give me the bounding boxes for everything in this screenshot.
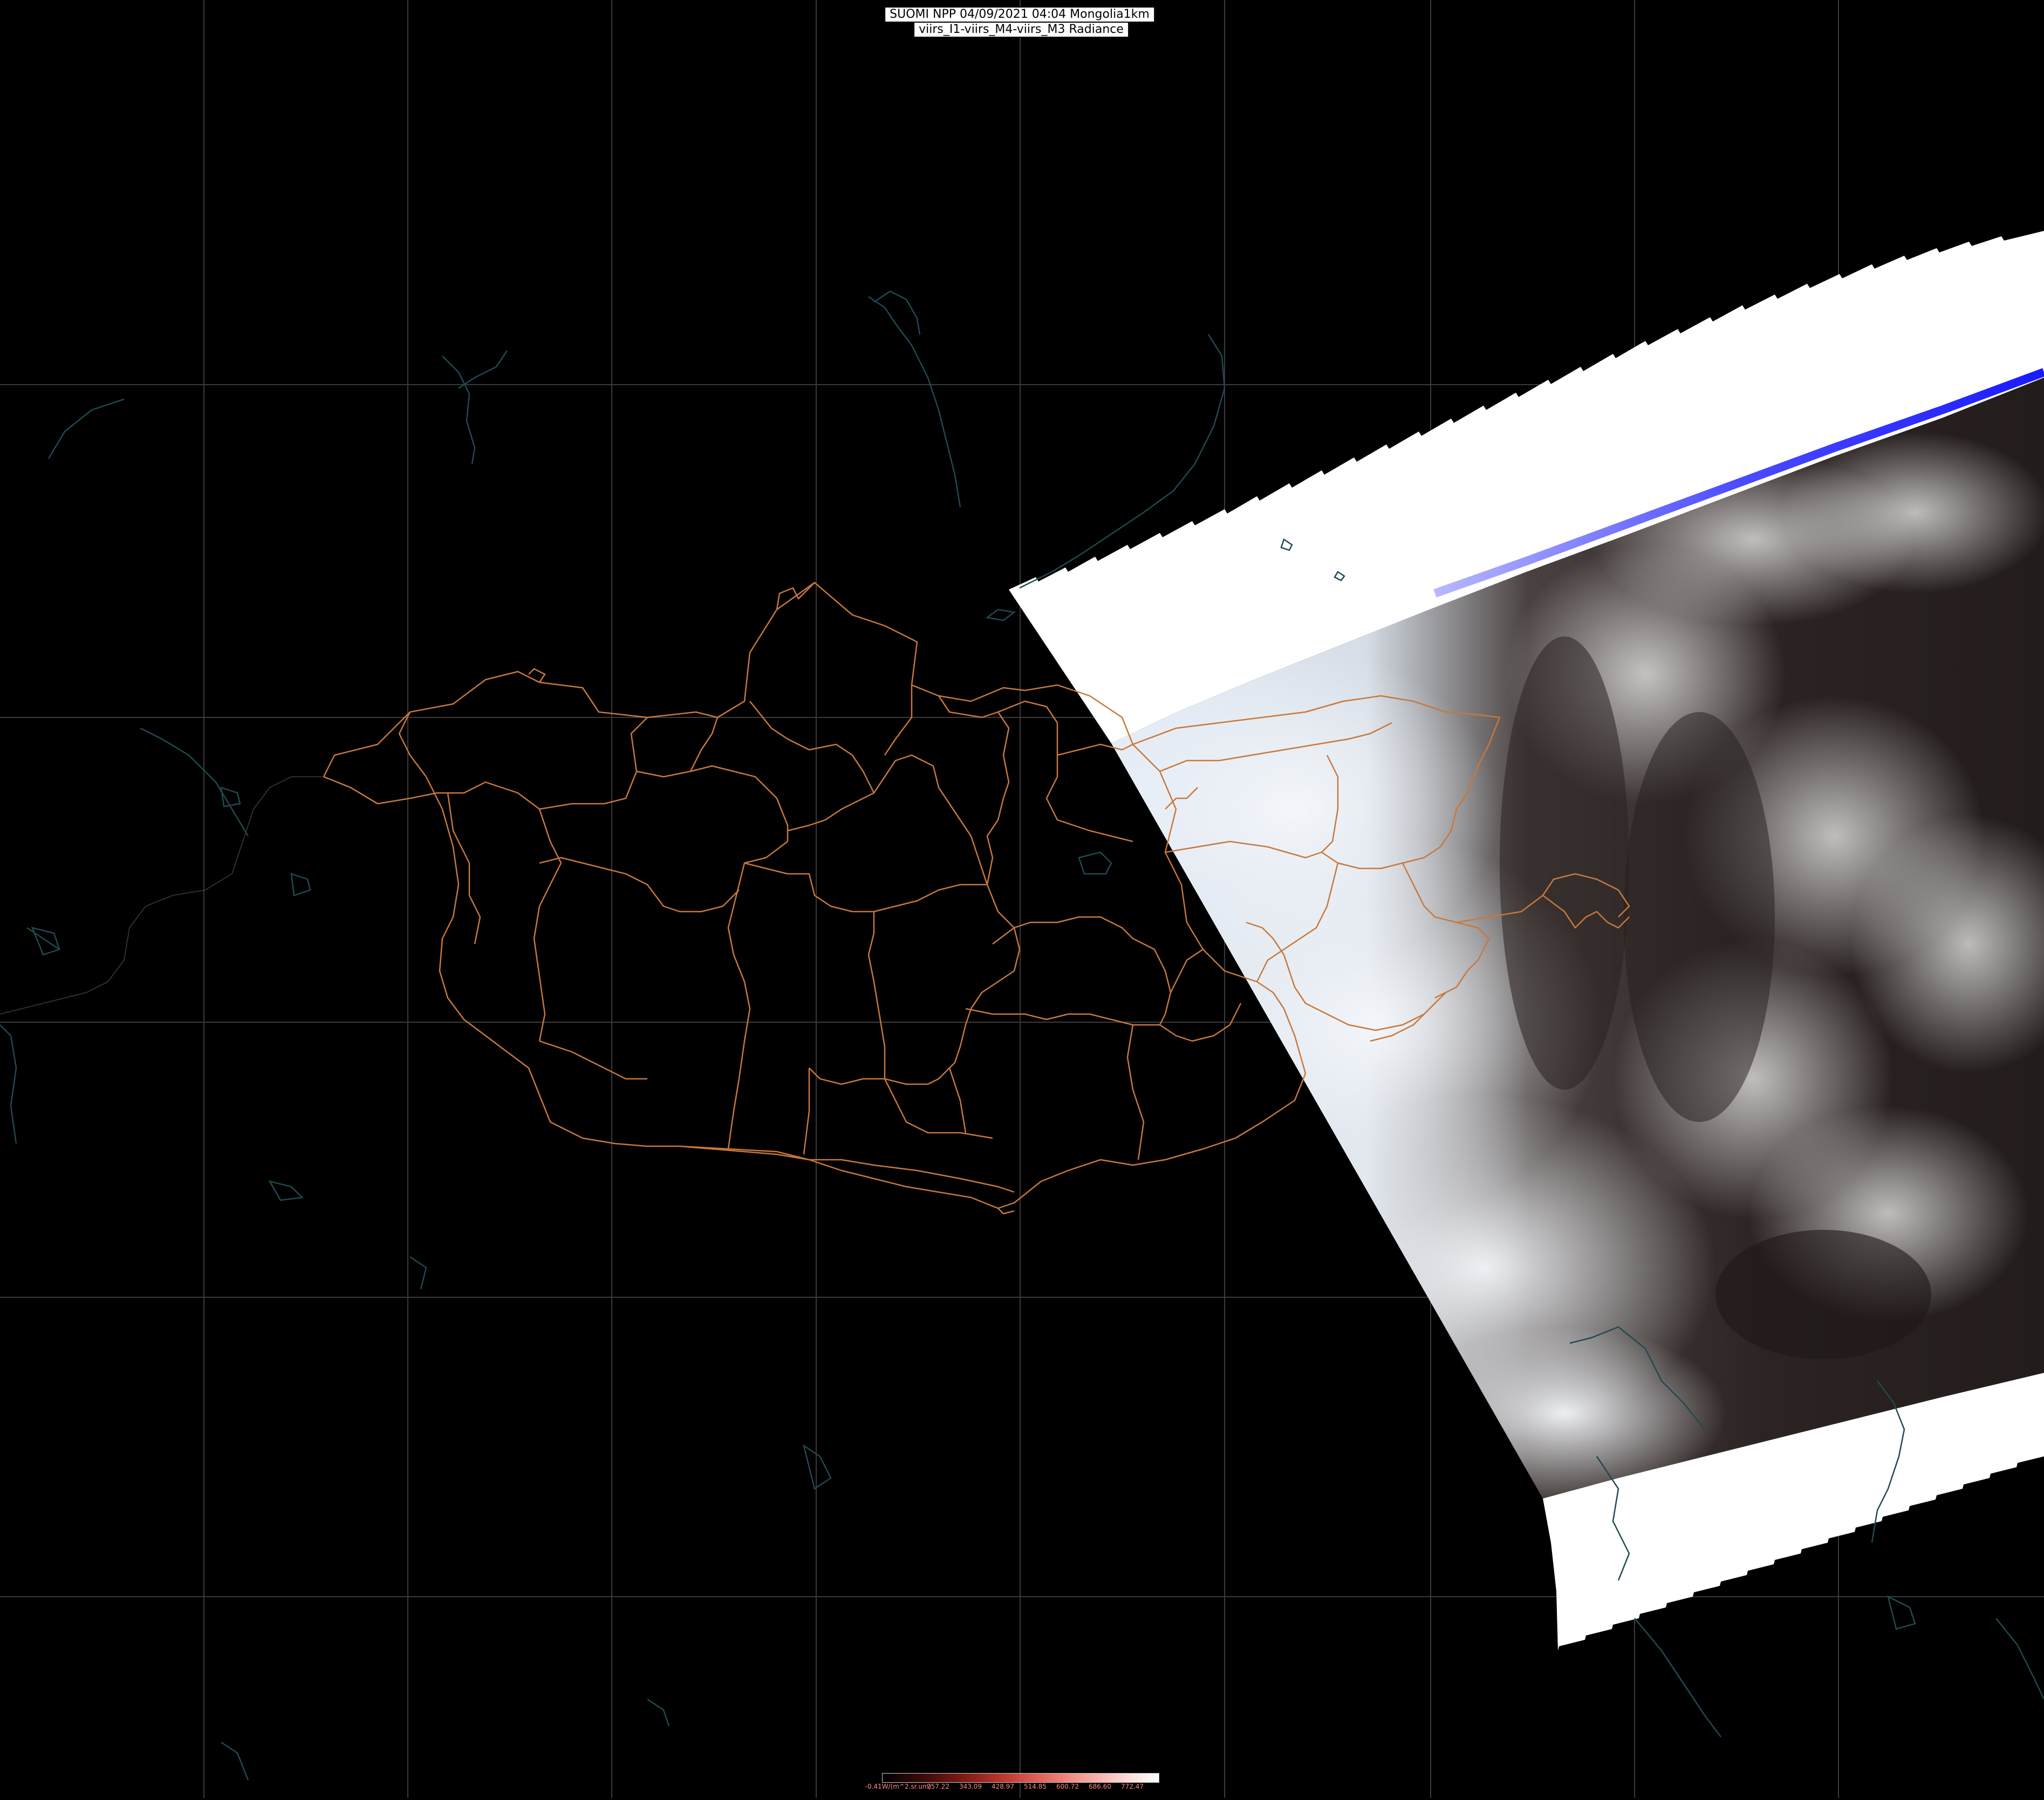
colorbar-tick-4: 514.85 xyxy=(1024,1783,1047,1790)
colorbar-tick-7: 772.47 xyxy=(1121,1783,1144,1790)
map-svg xyxy=(0,0,2044,1798)
colorbar-labels: -0.41W/(m^2.sr.um) 257.22 343.09 428.97 … xyxy=(865,1783,1158,1794)
colorbar-legend: -0.41W/(m^2.sr.um) 257.22 343.09 428.97 … xyxy=(865,1773,1159,1796)
map-title-line-1: SUOMI NPP 04/09/2021 04:04 Mongolia1km xyxy=(884,6,1155,23)
colorbar-tick-2: 343.09 xyxy=(959,1783,982,1790)
map-canvas: SUOMI NPP 04/09/2021 04:04 Mongolia1km v… xyxy=(0,0,2044,1798)
satellite-swath xyxy=(1009,231,2044,1651)
international-border xyxy=(0,776,324,1015)
colorbar-tick-0: -0.41W/(m^2.sr.um) xyxy=(865,1783,932,1790)
colorbar-ramp xyxy=(882,1773,1159,1783)
colorbar-tick-3: 428.97 xyxy=(992,1783,1014,1790)
colorbar-tick-1: 257.22 xyxy=(927,1783,949,1790)
colorbar-tick-5: 600.72 xyxy=(1056,1783,1079,1790)
map-title-line-2: viirs_I1-viirs_M4-viirs_M3 Radiance xyxy=(913,22,1129,38)
colorbar-tick-6: 686.60 xyxy=(1089,1783,1111,1790)
